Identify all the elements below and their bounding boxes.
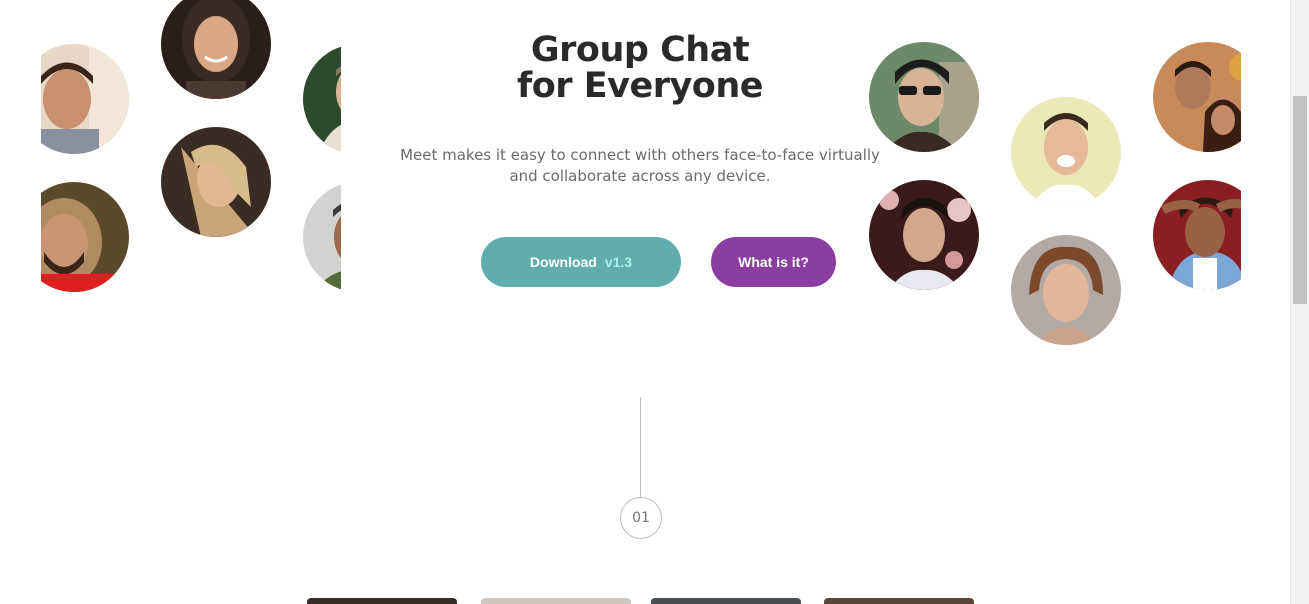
left-avatar-cluster [41,0,341,320]
avatar-couple [1153,42,1241,152]
what-is-it-button[interactable]: What is it? [711,237,836,287]
avatar-person-2 [41,182,129,292]
thumbnail-2[interactable] [481,598,631,604]
avatar-person-4 [161,127,271,237]
avatar-person-8 [869,180,979,290]
avatar-person-9 [1011,97,1121,207]
hero-title-line-1: Group Chat [530,30,750,70]
hero-subtitle-line-1: Meet makes it easy to connect with other… [400,146,880,164]
avatar-person-3 [161,0,271,99]
scrollbar-thumb[interactable] [1293,96,1307,304]
hero-title: Group Chat for Everyone [440,32,840,104]
right-avatar-cluster [1140,0,1241,320]
hero-subtitle: Meet makes it easy to connect with other… [390,145,890,187]
avatar-person-6 [303,182,341,292]
landing-page: Group Chat for Everyone Meet makes it ea… [0,0,1309,604]
avatar-person-1 [41,44,129,154]
download-button[interactable]: Download v1.3 [481,237,681,287]
hero-subtitle-line-2: and collaborate across any device. [509,167,771,185]
avatar-person-5 [303,44,341,154]
step-number-badge: 01 [620,497,662,539]
vertical-scrollbar[interactable] [1290,0,1309,604]
what-is-it-label: What is it? [738,254,809,270]
step-number: 01 [632,510,650,526]
download-version-label: v1.3 [604,254,633,270]
hero-title-line-2: for Everyone [517,66,763,106]
thumbnail-4[interactable] [824,598,974,604]
step-connector-line [640,397,641,497]
thumbnail-3[interactable] [651,598,801,604]
thumbnail-1[interactable] [307,598,457,604]
avatar-person-12 [1153,180,1241,290]
download-button-label: Download [529,254,597,270]
avatar-person-7 [869,42,979,152]
avatar-person-10 [1011,235,1121,345]
